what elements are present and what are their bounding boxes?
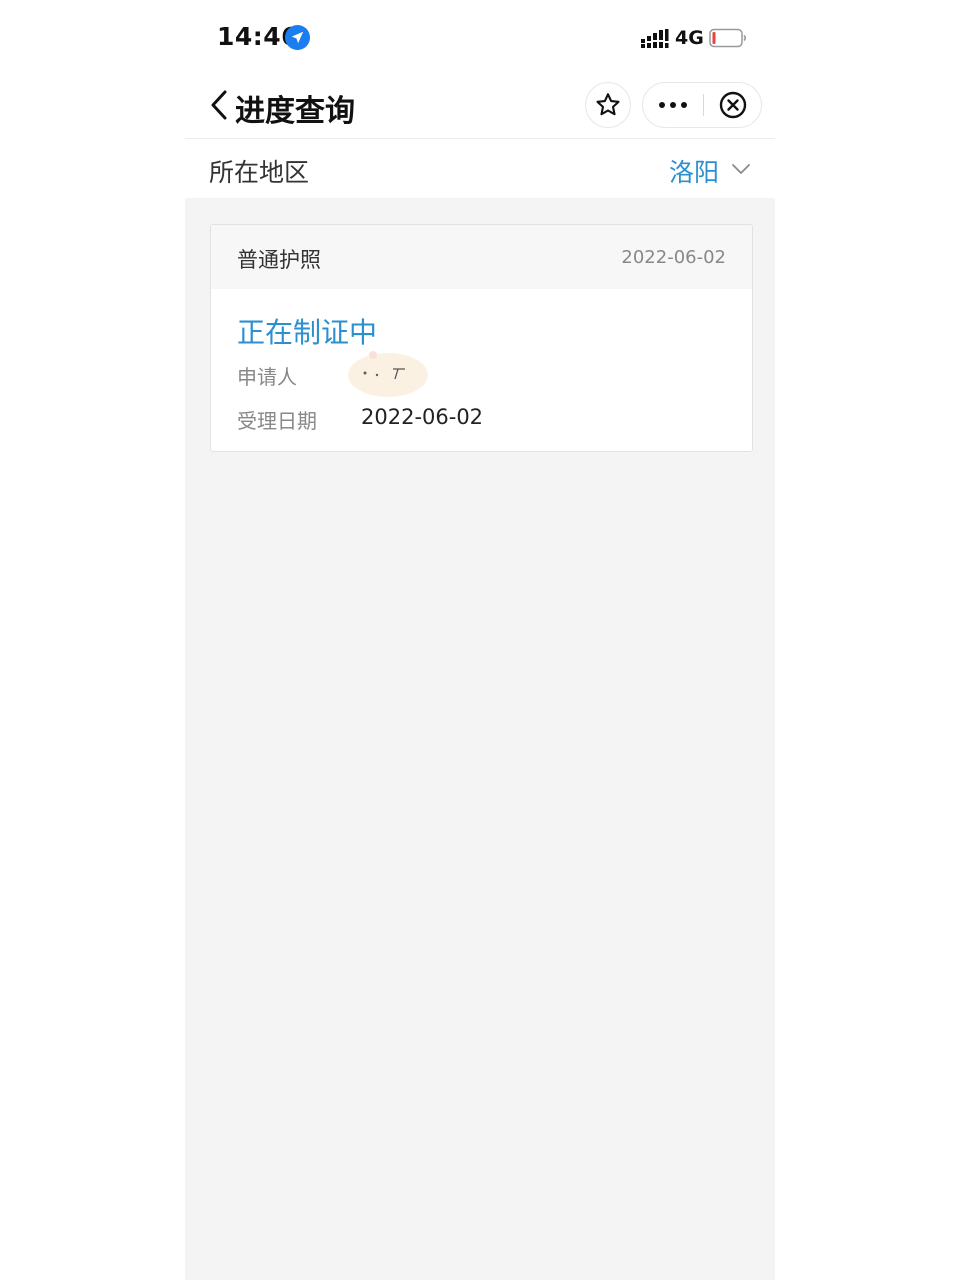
back-button[interactable] xyxy=(205,86,235,124)
page-title: 进度查询 xyxy=(235,94,355,129)
chevron-down-icon xyxy=(732,164,750,174)
accept-date-value: 2022-06-02 xyxy=(361,405,484,429)
region-label: 所在地区 xyxy=(209,158,310,187)
more-icon xyxy=(659,102,687,108)
region-value: 洛阳 xyxy=(668,158,719,187)
applicant-name-redacted xyxy=(348,351,428,397)
status-bar: 14:46 4G xyxy=(185,0,775,72)
battery-icon xyxy=(709,28,747,48)
app-screen: 14:46 4G 进度查询 所在地区 洛阳 普通护照 2022-06-02 正在… xyxy=(185,0,775,1280)
chevron-left-icon xyxy=(211,90,227,120)
card-type: 普通护照 xyxy=(237,248,321,272)
card-header: 普通护照 2022-06-02 xyxy=(211,225,752,289)
signal-icon xyxy=(641,29,669,48)
more-button[interactable] xyxy=(643,83,703,127)
favorite-button[interactable] xyxy=(585,82,631,128)
close-button[interactable] xyxy=(704,83,762,127)
star-icon xyxy=(596,93,620,116)
menu-capsule xyxy=(642,82,762,128)
accept-date-label: 受理日期 xyxy=(237,409,317,433)
progress-card[interactable]: 普通护照 2022-06-02 正在制证中 申请人 受理日期 2022-06-0… xyxy=(210,224,753,452)
card-status: 正在制证中 xyxy=(237,316,378,349)
card-date: 2022-06-02 xyxy=(621,247,726,268)
region-selector[interactable]: 所在地区 洛阳 xyxy=(185,139,775,198)
network-label: 4G xyxy=(675,27,704,49)
close-circle-icon xyxy=(719,91,747,119)
nav-bar: 进度查询 xyxy=(185,72,775,138)
location-arrow-icon xyxy=(285,25,310,50)
applicant-label: 申请人 xyxy=(237,365,297,389)
